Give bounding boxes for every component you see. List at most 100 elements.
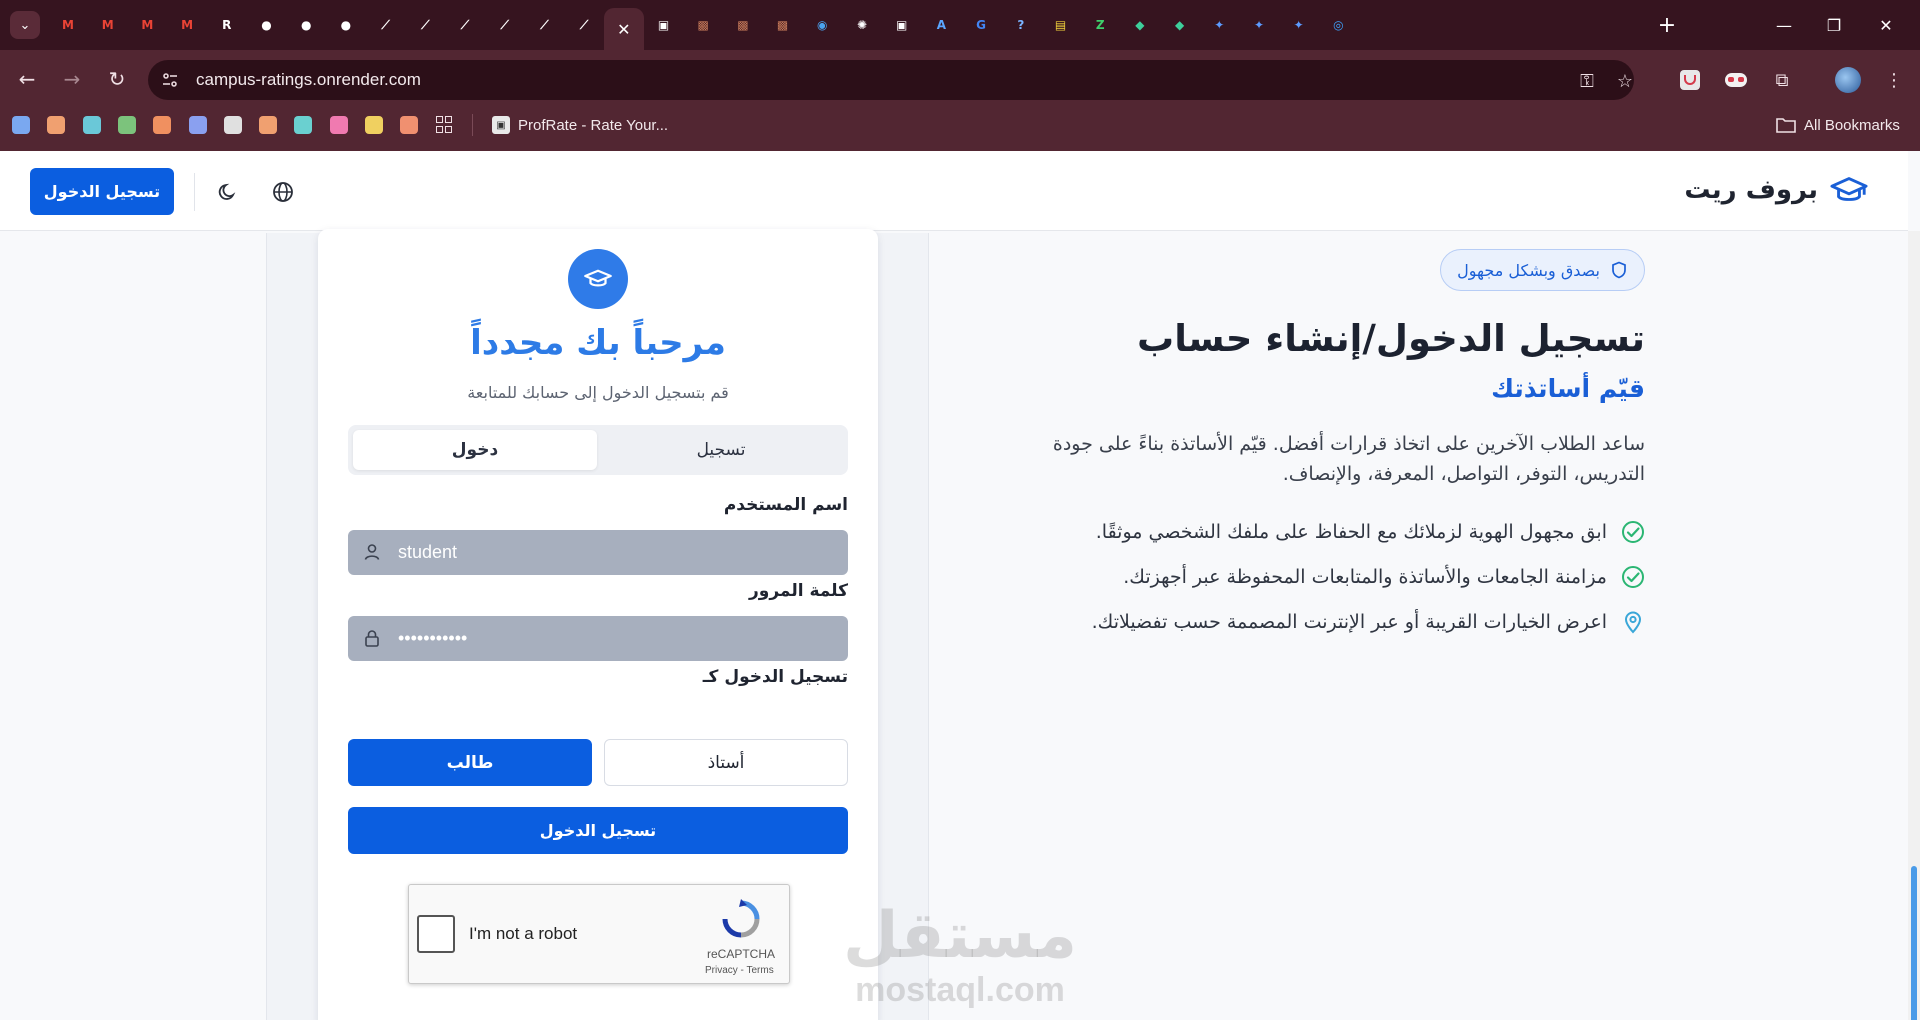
- recaptcha-checkbox[interactable]: [417, 915, 455, 953]
- bookmark-favicon-icon[interactable]: [188, 116, 207, 134]
- recaptcha-links[interactable]: Privacy - Terms: [705, 965, 774, 976]
- profrate-icon: ▣: [896, 18, 908, 32]
- bookmark-favicon-icon[interactable]: [400, 116, 419, 134]
- browser-tab[interactable]: M: [127, 8, 167, 42]
- gmail-icon: M: [101, 18, 114, 32]
- browser-tab[interactable]: ▣: [882, 8, 922, 42]
- scrollbar-thumb[interactable]: [1911, 866, 1917, 1020]
- render-icon: ⟋: [500, 18, 509, 32]
- url-text[interactable]: campus-ratings.onrender.com: [196, 70, 421, 90]
- browser-tab[interactable]: R: [207, 8, 247, 42]
- password-input[interactable]: [398, 616, 828, 661]
- profile-avatar[interactable]: [1834, 66, 1862, 94]
- bookmark-profrate[interactable]: ▣ ProfRate - Rate Your...: [492, 113, 668, 137]
- browser-tab[interactable]: ◆: [1120, 8, 1160, 42]
- bookmark-star-icon[interactable]: ☆: [1612, 68, 1638, 94]
- check-circle-icon: [1622, 520, 1644, 543]
- tab-login[interactable]: دخول: [353, 430, 597, 470]
- feature-text: ابق مجهول الهوية لزملائك مع الحفاظ على م…: [1095, 520, 1607, 543]
- bookmark-favicon-icon[interactable]: [259, 116, 278, 134]
- browser-tab[interactable]: ⟋: [445, 8, 485, 42]
- browser-tab[interactable]: M: [88, 8, 128, 42]
- all-bookmarks[interactable]: All Bookmarks: [1776, 113, 1900, 137]
- browser-menu-icon[interactable]: ⋮: [1880, 66, 1908, 94]
- reload-icon[interactable]: ↻: [102, 64, 132, 94]
- bookmark-favicon-icon[interactable]: [365, 116, 383, 134]
- browser-tab[interactable]: A: [921, 8, 961, 42]
- active-tab-close-icon[interactable]: ✕: [617, 20, 630, 39]
- site-info-icon[interactable]: [158, 68, 182, 92]
- dark-mode-moon-icon[interactable]: [215, 179, 241, 205]
- folder-icon: [1776, 118, 1796, 133]
- header-login-button[interactable]: تسجيل الدخول: [30, 168, 174, 215]
- apps-grid-icon[interactable]: [436, 116, 454, 134]
- browser-tab[interactable]: ⟋: [524, 8, 564, 42]
- submit-login-button[interactable]: تسجيل الدخول: [348, 807, 848, 854]
- password-label: كلمة المرور: [749, 581, 848, 601]
- browser-tab[interactable]: ▩: [763, 8, 803, 42]
- forward-arrow-icon[interactable]: →: [57, 64, 87, 94]
- tab-strip: ⌄ M M M M R ● ● ● ⟋ ⟋ ⟋ ⟋ ⟋ ⟋ ✕ ▣ ▩ ▩ ▩ ◉ ✺ ▣ A G? ▤ Z ◆ ◆ ✦ ✦ ✦ ◎ + — …: [0, 0, 1920, 50]
- bookmark-favicon-icon[interactable]: [329, 116, 348, 134]
- role-student-button[interactable]: طالب: [348, 739, 592, 786]
- brand-logo[interactable]: بروف ريت: [1684, 175, 1868, 205]
- browser-tab[interactable]: ▩: [723, 8, 763, 42]
- browser-tab[interactable]: ●: [286, 8, 326, 42]
- tab-register[interactable]: تسجيل: [599, 430, 843, 470]
- bookmark-favicon-icon[interactable]: [82, 116, 101, 134]
- page-scrollbar[interactable]: [1908, 231, 1920, 1020]
- page-content: بروف ريت تسجيل الدخول بصدق وبشكل مجهول ت…: [0, 151, 1920, 1020]
- password-field[interactable]: [348, 616, 848, 661]
- browser-tab[interactable]: ⟋: [564, 8, 604, 42]
- browser-tab[interactable]: ◎: [1318, 8, 1358, 42]
- incognito-extension-icon[interactable]: [1722, 66, 1750, 94]
- bookmark-favicon-icon[interactable]: [223, 116, 242, 134]
- browser-tab[interactable]: ⟋: [405, 8, 445, 42]
- back-arrow-icon[interactable]: ←: [12, 64, 42, 94]
- browser-tab[interactable]: ▤: [1041, 8, 1081, 42]
- tab-search-chevron-icon[interactable]: ⌄: [10, 11, 40, 39]
- recaptcha-logo-icon: [722, 899, 760, 938]
- browser-tab[interactable]: G: [961, 8, 1001, 42]
- new-tab-plus-icon[interactable]: +: [1652, 10, 1682, 40]
- address-bar[interactable]: campus-ratings.onrender.com ⚿ ☆: [148, 60, 1634, 100]
- browser-tab[interactable]: ⟋: [485, 8, 525, 42]
- password-key-icon[interactable]: ⚿: [1574, 68, 1600, 94]
- browser-tab[interactable]: ●: [247, 8, 287, 42]
- browser-tab[interactable]: ⟋: [366, 8, 406, 42]
- browser-tab[interactable]: ●: [326, 8, 366, 42]
- browser-tab[interactable]: ?: [1001, 8, 1041, 42]
- bookmark-favicon-icon[interactable]: [47, 116, 66, 134]
- browser-tab[interactable]: ✦: [1279, 8, 1319, 42]
- language-globe-icon[interactable]: [270, 179, 296, 205]
- browser-tab[interactable]: ✦: [1199, 8, 1239, 42]
- browser-tab[interactable]: ✺: [842, 8, 882, 42]
- browser-tab[interactable]: ▣: [644, 8, 684, 42]
- browser-tab[interactable]: Z: [1080, 8, 1120, 42]
- shield-icon: [1612, 261, 1626, 279]
- username-field[interactable]: [348, 530, 848, 575]
- extensions-puzzle-icon[interactable]: ⧉: [1768, 66, 1796, 94]
- photo-icon: ▩: [737, 18, 749, 32]
- browser-tab[interactable]: M: [48, 8, 88, 42]
- browser-tab[interactable]: ▩: [683, 8, 723, 42]
- browser-tab[interactable]: ✦: [1239, 8, 1279, 42]
- green-app-icon: Z: [1095, 18, 1105, 32]
- active-tab[interactable]: ✕: [603, 8, 644, 50]
- bookmark-favicon-icon[interactable]: [153, 116, 172, 134]
- feature-list: ابق مجهول الهوية لزملائك مع الحفاظ على م…: [1005, 509, 1645, 644]
- header-divider: [194, 173, 195, 211]
- username-input[interactable]: [398, 530, 828, 575]
- browser-tab[interactable]: M: [167, 8, 207, 42]
- bookmark-favicon-icon[interactable]: [12, 116, 30, 134]
- bookmark-favicon-icon[interactable]: [117, 116, 136, 134]
- window-close-icon[interactable]: ✕: [1866, 10, 1906, 40]
- minimize-icon[interactable]: —: [1764, 10, 1804, 40]
- bookmark-favicon-icon[interactable]: [294, 116, 313, 134]
- browser-tab[interactable]: ◉: [802, 8, 842, 42]
- pocket-extension-icon[interactable]: [1676, 66, 1704, 94]
- graduation-cap-icon: [584, 269, 612, 287]
- role-professor-button[interactable]: أستاذ: [604, 739, 848, 786]
- restore-icon[interactable]: ❐: [1814, 10, 1854, 40]
- browser-tab[interactable]: ◆: [1160, 8, 1200, 42]
